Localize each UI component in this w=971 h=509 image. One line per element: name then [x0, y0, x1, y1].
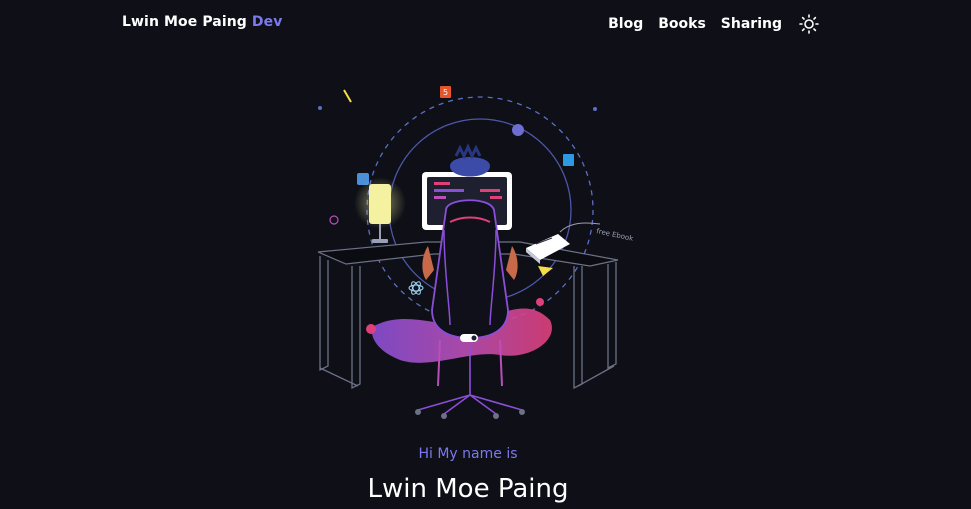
code-line — [434, 189, 464, 192]
star-dot — [593, 107, 597, 111]
lamp-shade — [369, 184, 391, 224]
small-ring — [329, 215, 339, 225]
star-dot — [318, 106, 322, 110]
nav-link-sharing[interactable]: Sharing — [721, 16, 782, 32]
orbit-planet — [512, 124, 524, 136]
nav-menu: Blog Books Sharing — [608, 14, 819, 34]
spark-line — [343, 89, 352, 103]
react-icon — [408, 281, 424, 295]
hero-name: Lwin Moe Paing — [367, 474, 569, 504]
ebook-pointer — [559, 222, 601, 233]
brand-accent: Dev — [251, 14, 283, 30]
chair-toggle-knob — [471, 335, 477, 341]
html5-icon: 5 — [440, 86, 451, 98]
page: Lwin Moe Paing Dev Blog Books Sharing 5 … — [0, 0, 971, 509]
swirl-dot — [536, 298, 544, 306]
chair-wheels — [415, 409, 525, 419]
brand-logo-link[interactable]: Lwin Moe Paing Dev — [122, 14, 282, 30]
developer-at-desk-illustration: 5 free Ebook — [317, 86, 635, 419]
hero-greeting: Hi My name is — [418, 446, 518, 462]
nav-link-books[interactable]: Books — [658, 16, 706, 32]
navbar: Lwin Moe Paing Dev Blog Books Sharing — [0, 0, 971, 46]
brand-name: Lwin Moe Paing — [122, 14, 247, 30]
lamp-base — [372, 239, 388, 243]
svg-text:5: 5 — [443, 88, 448, 97]
person-hair-spikes — [454, 143, 482, 160]
code-line — [480, 189, 500, 192]
nav-link-blog[interactable]: Blog — [608, 16, 643, 32]
swirl-dot — [366, 324, 376, 334]
css-icon — [563, 154, 574, 166]
person-hair — [450, 157, 490, 177]
code-line — [490, 196, 502, 199]
free-ebook-label: free Ebook — [596, 227, 635, 243]
code-line — [434, 182, 450, 185]
code-line — [434, 196, 446, 199]
sun-icon[interactable] — [799, 14, 819, 34]
